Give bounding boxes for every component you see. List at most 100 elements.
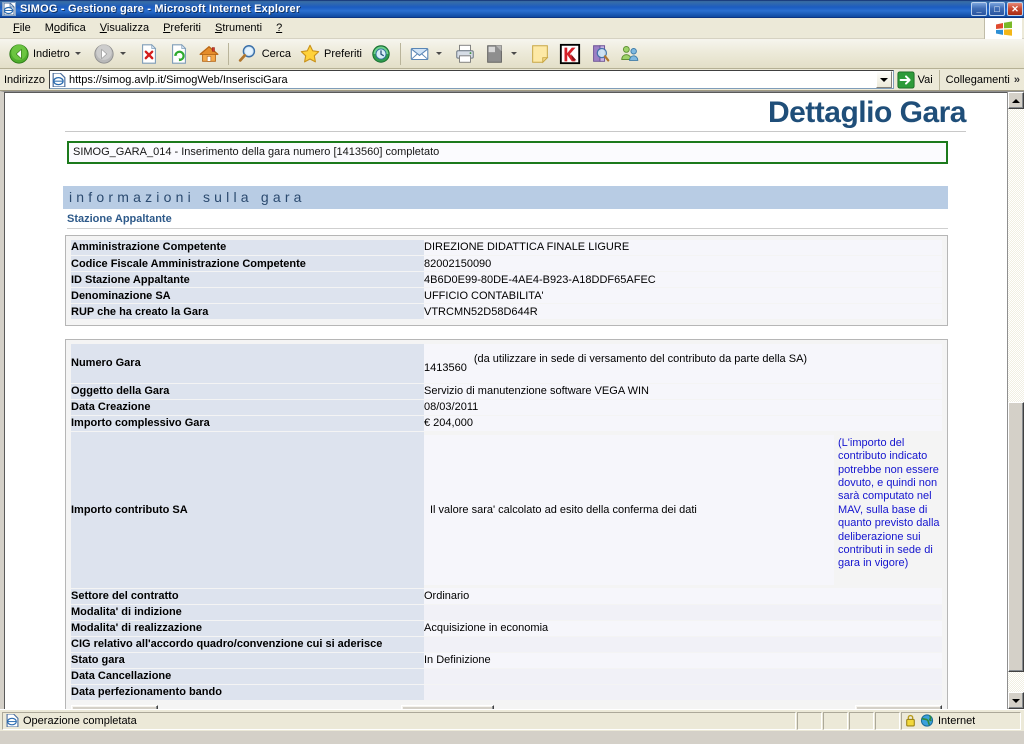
cancella-gara-button[interactable]: Cancella Gara	[854, 704, 942, 709]
edit-button[interactable]	[480, 41, 525, 67]
mail-icon	[410, 47, 429, 60]
mail-button[interactable]	[405, 41, 450, 67]
caret-down-icon	[1012, 698, 1020, 703]
mail-dropdown-caret-icon[interactable]	[435, 52, 442, 55]
minimize-button[interactable]: _	[971, 2, 987, 16]
row-label: Stato gara	[71, 652, 424, 669]
menu-bar: FFileile Modifica Visualizza Preferiti S…	[0, 18, 1024, 39]
home-button[interactable]	[194, 41, 224, 67]
refresh-button[interactable]	[164, 41, 194, 67]
row-label: Data Cancellazione	[71, 668, 424, 685]
page-icon	[52, 72, 66, 87]
address-dropdown-button[interactable]	[875, 71, 892, 88]
row-value	[424, 604, 942, 621]
page-icon	[6, 714, 19, 727]
row-value: 1413560 (da utilizzare in sede di versam…	[424, 344, 942, 384]
status-message-text: Operazione completata	[23, 714, 137, 727]
address-input[interactable]: https://simog.avlp.it/SimogWeb/Inserisci…	[48, 70, 894, 89]
action-button-row: Modifica Gara Conferma Gara Cancella Gar…	[71, 704, 942, 709]
print-icon	[456, 44, 474, 63]
row-value: 08/03/2011	[424, 399, 942, 416]
sub-header-stazione-appaltante: Stazione Appaltante	[67, 213, 948, 229]
back-button[interactable]: Indietro	[4, 41, 89, 67]
page-content: Dettaglio Gara SIMOG_GARA_014 - Inserime…	[5, 93, 1006, 709]
modifica-gara-button[interactable]: Modifica Gara	[71, 704, 158, 709]
table-row: Codice Fiscale Amministrazione Competent…	[71, 255, 942, 272]
go-button[interactable]: Vai	[894, 70, 939, 89]
row-label: Codice Fiscale Amministrazione Competent…	[71, 255, 424, 272]
favorites-button[interactable]: Preferiti	[295, 41, 366, 67]
vertical-scrollbar[interactable]	[1007, 92, 1024, 709]
contributo-note-text: (L'importo del contributo indicato potre…	[834, 434, 942, 585]
stazione-appaltante-panel: Amministrazione Competente DIREZIONE DID…	[65, 234, 948, 326]
forward-button[interactable]	[89, 41, 134, 67]
scroll-down-button[interactable]	[1008, 692, 1024, 709]
table-row: CIG relativo all'accordo quadro/convenzi…	[71, 636, 942, 653]
edit-dropdown-caret-icon[interactable]	[510, 52, 517, 55]
menu-item-preferiti[interactable]: Preferiti	[156, 20, 208, 36]
messenger-button[interactable]	[615, 41, 645, 67]
research-button[interactable]	[585, 41, 615, 67]
table-row: Data Creazione 08/03/2011	[71, 399, 942, 416]
row-value: Il valore sara' calcolato ad esito della…	[424, 431, 942, 588]
status-message-banner: SIMOG_GARA_014 - Inserimento della gara …	[67, 140, 948, 164]
table-row: Denominazione SA UFFICIO CONTABILITA'	[71, 287, 942, 304]
row-value: 4B6D0E99-80DE-4AE4-B923-A18DDF65AFEC	[424, 271, 942, 288]
window-controls[interactable]: _ □ ✕	[971, 2, 1023, 16]
stop-button[interactable]	[134, 41, 164, 67]
row-label: Data perfezionamento bando	[71, 684, 424, 701]
row-label: Data Creazione	[71, 399, 424, 416]
numero-gara-value: 1413560	[424, 361, 467, 374]
lock-icon	[906, 714, 915, 727]
menu-item-help[interactable]: ?	[269, 20, 289, 36]
table-row: Stato gara In Definizione	[71, 652, 942, 669]
gara-details-panel: Numero Gara 1413560 (da utilizzare in se…	[65, 339, 948, 709]
window-titlebar[interactable]: SIMOG - Gestione gare - Microsoft Intern…	[0, 0, 1024, 18]
table-row: Data perfezionamento bando	[71, 684, 942, 701]
row-value: Acquisizione in economia	[424, 620, 942, 637]
numero-gara-note: (da utilizzare in sede di versamento del…	[473, 352, 808, 365]
address-bar: Indirizzo https://simog.avlp.it/SimogWeb…	[0, 69, 1024, 91]
conferma-gara-button[interactable]: Conferma Gara	[400, 704, 495, 709]
window-title: SIMOG - Gestione gare - Microsoft Intern…	[20, 3, 301, 15]
row-value: Ordinario	[424, 588, 942, 605]
status-bar: Operazione completata Internet	[0, 709, 1024, 731]
table-row-numero-gara: Numero Gara 1413560 (da utilizzare in se…	[71, 344, 942, 384]
notes-icon	[532, 44, 549, 63]
row-label: Importo contributo SA	[71, 431, 424, 589]
row-value: Servizio di manutenzione software VEGA W…	[424, 383, 942, 400]
menu-item-modifica[interactable]: Modifica	[38, 20, 93, 36]
kaspersky-button[interactable]	[555, 41, 585, 67]
address-url-text[interactable]: https://simog.avlp.it/SimogWeb/Inserisci…	[69, 74, 876, 86]
menu-item-file[interactable]: FFileile	[6, 20, 38, 36]
chevron-right-icon[interactable]: »	[1014, 74, 1020, 86]
links-button-label: Collegamenti	[945, 73, 1010, 86]
globe-icon	[920, 714, 934, 727]
toolbar-separator	[399, 42, 401, 65]
row-label: RUP che ha creato la Gara	[71, 303, 424, 320]
menu-item-visualizza[interactable]: Visualizza	[93, 20, 156, 36]
maximize-button[interactable]: □	[989, 2, 1005, 16]
row-label: Numero Gara	[71, 344, 424, 384]
search-button-label: Cerca	[261, 47, 292, 60]
status-message-pane: Operazione completata	[2, 711, 796, 730]
back-dropdown-caret-icon[interactable]	[74, 52, 81, 55]
ie-document-icon	[2, 2, 16, 16]
links-button[interactable]: Collegamenti »	[938, 69, 1022, 90]
close-button[interactable]: ✕	[1007, 2, 1023, 16]
scroll-up-button[interactable]	[1008, 92, 1024, 109]
search-button[interactable]: Cerca	[233, 41, 295, 67]
chevron-down-icon	[879, 77, 888, 82]
row-value: DIREZIONE DIDATTICA FINALE LIGURE	[424, 239, 942, 256]
security-zone-pane[interactable]: Internet	[901, 711, 1021, 730]
print-button[interactable]	[450, 41, 480, 67]
table-row: Amministrazione Competente DIREZIONE DID…	[71, 239, 942, 256]
history-button[interactable]	[366, 41, 396, 67]
edit-icon	[487, 44, 502, 63]
row-value: 82002150090	[424, 255, 942, 272]
menu-item-strumenti[interactable]: Strumenti	[208, 20, 269, 36]
refresh-icon	[171, 43, 187, 64]
forward-dropdown-caret-icon[interactable]	[119, 52, 126, 55]
scrollbar-thumb[interactable]	[1008, 402, 1024, 672]
notes-button[interactable]	[525, 41, 555, 67]
